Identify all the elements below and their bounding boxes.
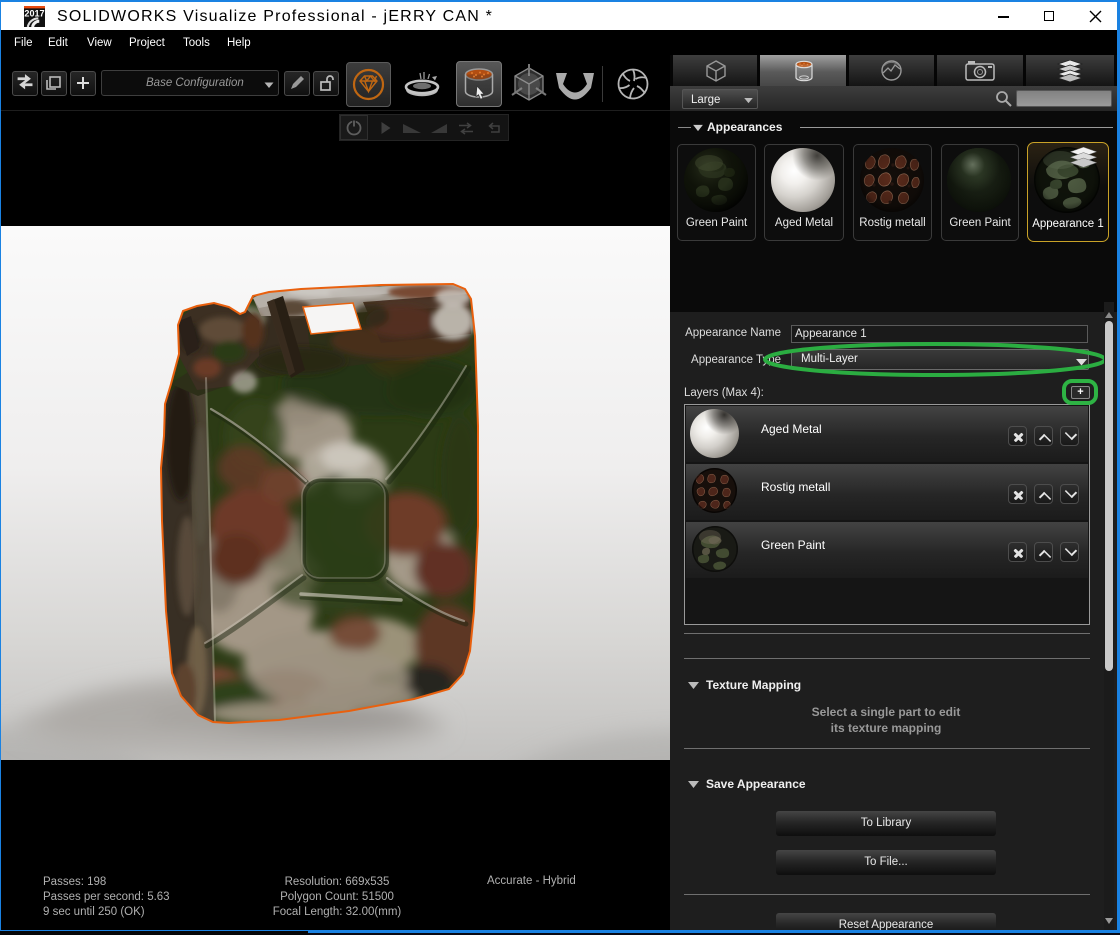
- svg-text:2017: 2017: [24, 9, 44, 19]
